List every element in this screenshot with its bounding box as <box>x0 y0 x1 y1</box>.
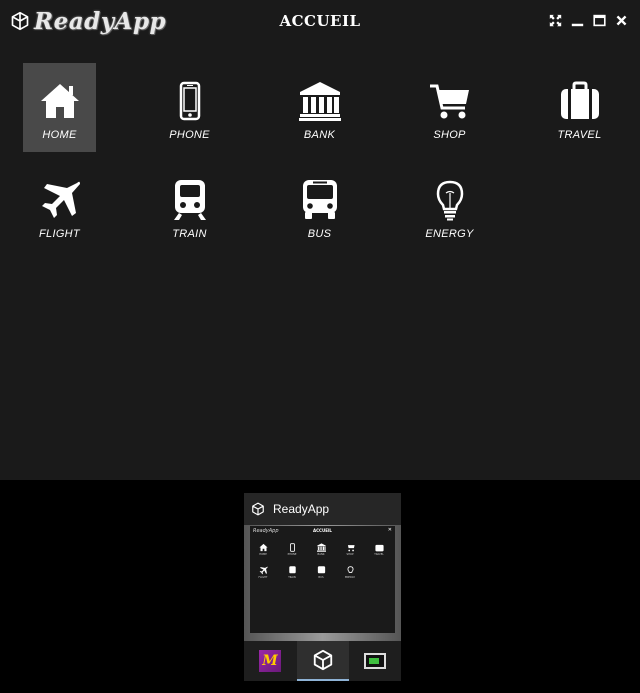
maximize-icon <box>592 14 606 26</box>
tile-bank[interactable]: BANK <box>283 63 356 152</box>
mini-tile: HOME <box>256 543 270 556</box>
switcher-header: ReadyApp <box>244 493 401 525</box>
mini-tile-label: HOME <box>259 553 267 556</box>
window-preview[interactable]: ReadyApp ACCUEIL ✕ HOME PHONE BANK SHOP … <box>244 525 401 641</box>
mini-window-controls: ✕ <box>387 527 392 533</box>
mini-tile: BUS <box>314 566 328 579</box>
m-app-icon: M <box>259 650 281 672</box>
plane-icon <box>259 566 268 575</box>
close-icon <box>616 15 626 25</box>
train-icon <box>288 566 296 574</box>
readyapp-task-icon <box>313 649 333 671</box>
tile-label: TRAVEL <box>557 129 602 141</box>
window-controls <box>548 13 628 27</box>
mini-tile-label: FLIGHT <box>258 576 268 579</box>
mini-tile: TRAVEL <box>372 543 386 556</box>
tile-home[interactable]: HOME <box>23 63 96 152</box>
train-icon <box>173 180 206 220</box>
task-readyapp[interactable] <box>297 641 349 681</box>
bus-icon <box>302 180 337 219</box>
tile-label: PHONE <box>169 129 210 141</box>
tile-bus[interactable]: BUS <box>283 162 356 251</box>
mini-tile-label: BUS <box>318 576 324 579</box>
plane-icon <box>41 181 80 218</box>
suitcase-icon <box>560 81 599 119</box>
bulb-icon <box>436 180 463 221</box>
fullscreen-icon <box>549 14 561 26</box>
tile-label: ENERGY <box>425 228 474 240</box>
tile-label: BUS <box>307 228 332 240</box>
home-icon <box>258 543 268 552</box>
mini-tile: ENERGY <box>343 566 357 579</box>
task-terminal[interactable] <box>349 641 401 681</box>
tile-label: BANK <box>303 129 336 141</box>
mini-tile-label: SHOP <box>346 553 354 556</box>
close-button[interactable] <box>614 13 628 27</box>
tile-shop[interactable]: SHOP <box>413 63 486 152</box>
tile-phone[interactable]: PHONE <box>153 63 226 152</box>
tile-label: SHOP <box>433 129 466 141</box>
cart-icon <box>429 84 469 119</box>
phone-icon <box>179 81 200 121</box>
minimize-icon <box>571 23 583 26</box>
mini-tile-label: TRAIN <box>288 576 296 579</box>
home-icon <box>40 84 79 118</box>
terminal-icon <box>364 653 386 669</box>
tile-flight[interactable]: FLIGHT <box>23 162 96 251</box>
mini-tile: PHONE <box>285 543 299 556</box>
mini-tile-label: PHONE <box>287 553 297 556</box>
fullscreen-button[interactable] <box>548 13 562 27</box>
mini-page-title: ACCUEIL <box>313 528 332 533</box>
tile-label: TRAIN <box>172 228 207 240</box>
bank-icon <box>316 543 326 552</box>
phone-icon <box>289 543 295 552</box>
bulb-icon <box>346 566 354 573</box>
mini-tile: FLIGHT <box>256 566 270 579</box>
minimize-button[interactable] <box>570 13 584 27</box>
preview-thumbnail: ReadyApp ACCUEIL ✕ HOME PHONE BANK SHOP … <box>250 526 395 633</box>
switcher-taskbar: M <box>244 641 401 681</box>
tile-travel[interactable]: TRAVEL <box>543 63 616 152</box>
bus-icon <box>317 566 325 574</box>
suitcase-icon <box>374 544 384 552</box>
tile-train[interactable]: TRAIN <box>153 162 226 251</box>
cart-icon <box>347 545 355 552</box>
app-window: ReadyApp ACCUEIL HOME PHONE BANK SHOP TR… <box>0 0 640 480</box>
title-bar[interactable]: ReadyApp ACCUEIL <box>0 0 640 42</box>
switcher-title: ReadyApp <box>273 502 330 516</box>
mini-tile-label: ENERGY <box>344 576 356 579</box>
tile-energy[interactable]: ENERGY <box>413 162 486 251</box>
mini-tile-label: BANK <box>317 553 325 556</box>
cube-icon <box>252 502 264 516</box>
mini-tile: TRAIN <box>285 566 299 579</box>
maximize-button[interactable] <box>592 13 606 27</box>
tile-label: FLIGHT <box>39 228 80 240</box>
bank-icon <box>298 82 341 121</box>
mini-tile: SHOP <box>343 543 357 556</box>
mini-tile-label: TRAVEL <box>374 553 384 556</box>
task-m-app[interactable]: M <box>244 641 296 681</box>
tile-label: HOME <box>42 129 77 141</box>
task-switcher[interactable]: ReadyApp ReadyApp ACCUEIL ✕ HOME PHONE B… <box>244 493 401 681</box>
page-title: ACCUEIL <box>279 12 361 30</box>
mini-tile: BANK <box>314 543 328 556</box>
